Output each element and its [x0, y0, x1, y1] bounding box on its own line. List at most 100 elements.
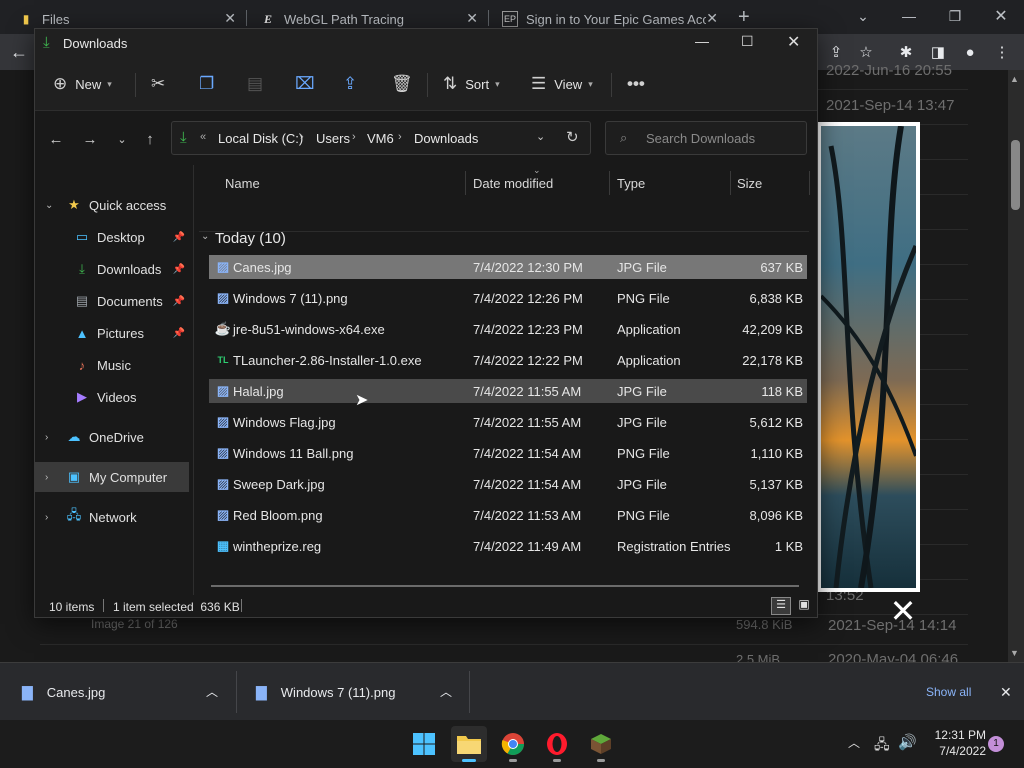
file-row[interactable]: ▨ Canes.jpg 7/4/2022 12:30 PM JPG File 637 K… [209, 255, 807, 279]
maximize-icon[interactable]: ☐ [741, 33, 754, 50]
refresh-icon[interactable]: ↻ [566, 128, 579, 146]
chevron-down-icon[interactable]: ⌄ [840, 0, 886, 32]
sidebar-item-downloads[interactable]: ⤓ Downloads 📌 [35, 254, 189, 284]
scrollbar-thumb[interactable] [1011, 140, 1020, 210]
rename-button[interactable]: ⌧ [295, 57, 315, 111]
collapse-chevron-icon[interactable]: ⌄ [201, 231, 209, 242]
close-icon[interactable]: ✕ [706, 10, 718, 27]
minimize-icon[interactable]: — [695, 33, 709, 49]
profile-icon[interactable]: ● [954, 34, 986, 70]
sidebar-item-my-computer[interactable]: › ▣ My Computer [35, 462, 189, 492]
close-viewer-icon[interactable]: ✕ [888, 595, 918, 627]
up-arrow-icon[interactable]: ↑ [139, 129, 161, 151]
file-date: 7/4/2022 12:26 PM [473, 290, 583, 306]
file-row[interactable]: ▨ Windows 7 (11).png 7/4/2022 12:26 PM PNG … [209, 286, 807, 310]
sidebar-item-desktop[interactable]: ▭ Desktop 📌 [35, 222, 189, 252]
sidebar-item-label: Downloads [97, 261, 162, 277]
file-row[interactable]: ▨ Windows 11 Ball.png 7/4/2022 11:54 AM PNG… [209, 441, 807, 465]
back-arrow-icon[interactable]: ← [45, 129, 67, 151]
scroll-down-icon[interactable]: ▼ [1010, 648, 1019, 658]
details-view-icon[interactable]: ☰ [771, 597, 791, 615]
column-size[interactable]: Size [737, 169, 762, 197]
chevron-up-icon[interactable]: ︿ [440, 683, 452, 700]
forward-arrow-icon[interactable]: → [79, 129, 101, 151]
more-button[interactable]: ••• [627, 57, 645, 111]
close-icon[interactable]: ✕ [466, 10, 478, 27]
file-row[interactable]: ▦ wintheprize.reg 7/4/2022 11:49 AM Registr… [209, 534, 807, 558]
file-row[interactable]: TL TLauncher-2.86-Installer-1.0.exe 7/4/20… [209, 348, 807, 372]
column-name[interactable]: Name [225, 169, 260, 197]
back-arrow-icon[interactable]: ← [10, 42, 28, 63]
column-separator[interactable] [730, 171, 731, 195]
cut-button[interactable]: ✂ [151, 57, 165, 111]
search-input[interactable]: Search Downloads [646, 131, 755, 146]
show-all-button[interactable]: Show all [926, 663, 971, 721]
chevron-down-icon[interactable]: ⌄ [536, 130, 545, 143]
opera-taskbar-button[interactable] [539, 726, 575, 762]
close-window-icon[interactable]: ✕ [978, 0, 1024, 32]
address-bar[interactable]: ⤓ « Local Disk (C:) › Users › VM6 › Down… [171, 121, 591, 155]
new-button[interactable]: ⊕ New ▾ [53, 57, 112, 111]
sidebar-item-pictures[interactable]: ▲ Pictures 📌 [35, 318, 189, 348]
network-icon[interactable]: 🖧 [874, 734, 890, 758]
sidebar-item-music[interactable]: ♪ Music [35, 350, 189, 380]
sort-button[interactable]: ⇅ Sort ▾ [443, 57, 500, 111]
overflow-chevron-icon[interactable]: « [200, 131, 206, 143]
view-button[interactable]: ☰ View ▾ [531, 57, 593, 111]
breadcrumb-local-disk[interactable]: Local Disk (C:) [218, 131, 303, 146]
minimize-icon[interactable]: — [886, 0, 932, 32]
paste-button[interactable]: ▤ [247, 57, 263, 111]
search-box[interactable]: ⌕ Search Downloads [605, 121, 807, 155]
column-separator[interactable] [809, 171, 810, 195]
sidebar-item-network[interactable]: › 🖧 Network [35, 502, 189, 532]
scroll-up-icon[interactable]: ▲ [1010, 74, 1019, 84]
download-item[interactable]: ▇ Windows 7 (11).png ︿ [238, 663, 468, 721]
file-explorer-taskbar-button[interactable] [451, 726, 487, 762]
sidebar-item-documents[interactable]: ▤ Documents 📌 [35, 286, 189, 316]
gallery-row-divider [40, 644, 968, 645]
chrome-taskbar-button[interactable] [495, 726, 531, 762]
file-row[interactable]: ▨ Sweep Dark.jpg 7/4/2022 11:54 AM JPG File… [209, 472, 807, 496]
column-separator[interactable] [465, 171, 466, 195]
restore-icon[interactable]: ❐ [932, 0, 978, 32]
menu-icon[interactable]: ⋮ [986, 34, 1018, 70]
close-icon[interactable]: ✕ [224, 10, 236, 27]
chevron-up-icon[interactable]: ︿ [848, 734, 860, 751]
clock[interactable]: 12:31 PM 7/4/2022 [928, 728, 986, 758]
sidebar-item-quick-access[interactable]: ⌄ ★ Quick access [35, 190, 189, 220]
column-separator[interactable] [609, 171, 610, 195]
column-date[interactable]: Date modified [473, 169, 553, 197]
file-row[interactable]: ☕ jre-8u51-windows-x64.exe 7/4/2022 12:23 … [209, 317, 807, 341]
breadcrumb-users[interactable]: Users [316, 131, 350, 146]
volume-icon[interactable]: 🔊 [898, 733, 917, 751]
share-button[interactable]: ⇪ [343, 57, 357, 111]
notification-badge[interactable]: 1 [988, 736, 1004, 752]
sidebar-item-onedrive[interactable]: › ☁ OneDrive [35, 422, 189, 452]
download-item[interactable]: ▇ Canes.jpg ︿ [0, 663, 234, 721]
chevron-down-icon[interactable]: ⌄ [45, 200, 53, 211]
horizontal-scrollbar[interactable] [211, 585, 799, 587]
chevron-right-icon[interactable]: › [45, 512, 48, 523]
pane-divider[interactable] [193, 165, 194, 595]
group-header[interactable]: Today (10) [215, 230, 286, 247]
recent-chevron-icon[interactable]: ⌄ [111, 129, 133, 151]
column-type[interactable]: Type [617, 169, 645, 197]
breadcrumb-downloads[interactable]: Downloads [414, 131, 478, 146]
copy-button[interactable]: ❐ [199, 57, 214, 111]
close-shelf-icon[interactable]: ✕ [1000, 663, 1012, 721]
documents-icon: ▤ [75, 293, 89, 308]
minecraft-taskbar-button[interactable] [583, 726, 619, 762]
start-button[interactable] [406, 726, 442, 762]
chevron-right-icon[interactable]: › [45, 472, 48, 483]
delete-button[interactable]: 🗑 [391, 57, 413, 111]
breadcrumb-vm6[interactable]: VM6 [367, 131, 394, 146]
file-row[interactable]: ▨ Red Bloom.png 7/4/2022 11:53 AM PNG File 8… [209, 503, 807, 527]
file-row[interactable]: ▨ Windows Flag.jpg 7/4/2022 11:55 AM JPG Fi… [209, 410, 807, 434]
close-window-icon[interactable]: ✕ [787, 32, 800, 52]
new-tab-button[interactable]: + [738, 6, 750, 29]
tiles-view-icon[interactable]: ▣ [795, 597, 813, 615]
chevron-right-icon[interactable]: › [45, 432, 48, 443]
chevron-up-icon[interactable]: ︿ [206, 683, 218, 700]
sidebar-item-videos[interactable]: ▶ Videos [35, 382, 189, 412]
file-row[interactable]: ▨ Halal.jpg 7/4/2022 11:55 AM JPG File 118 K… [209, 379, 807, 403]
